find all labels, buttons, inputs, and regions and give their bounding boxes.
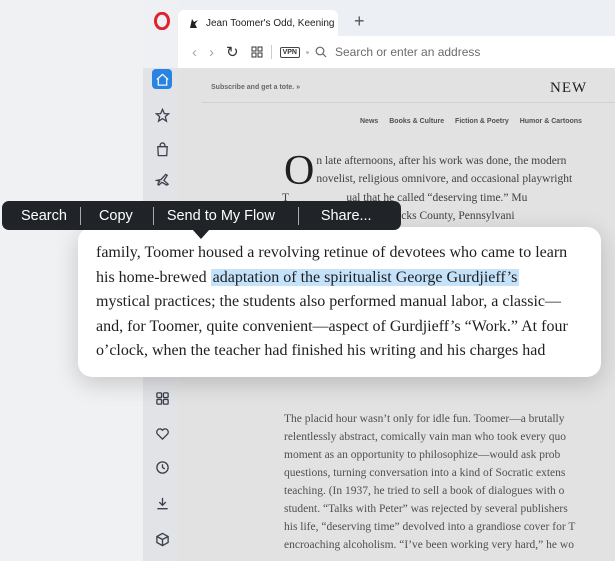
search-icon [315, 46, 327, 58]
reload-icon[interactable]: ↻ [226, 43, 239, 61]
menu-pointer-arrow [192, 229, 210, 239]
magnified-line: o’clock, when the teacher had finished h… [96, 342, 546, 359]
new-tab-button[interactable]: + [354, 11, 365, 32]
selection-magnifier: family, Toomer housed a revolving retinu… [78, 227, 601, 377]
opera-logo-icon[interactable] [154, 12, 170, 30]
tabs-overview-icon[interactable] [251, 46, 263, 58]
menu-send-to-flow-button[interactable]: Send to My Flow [167, 208, 275, 224]
selection-context-menu: Search Copy Send to My Flow Share... [2, 201, 401, 230]
menu-divider [79, 206, 81, 225]
menu-share-button[interactable]: Share... [321, 208, 372, 224]
separator-dot [305, 50, 309, 54]
menu-divider [152, 206, 154, 225]
magnified-line: and, for Toomer, quite convenient—aspect… [96, 317, 568, 335]
magnified-text[interactable]: family, Toomer housed a revolving retinu… [96, 241, 615, 364]
back-icon[interactable]: ‹ [192, 44, 197, 61]
magnified-line: mystical practices; the students also pe… [96, 293, 561, 310]
tab-active[interactable]: Jean Toomer's Odd, Keening [178, 10, 338, 36]
magnified-line: his home-brewed adaptation of the spirit… [96, 266, 615, 291]
menu-copy-button[interactable]: Copy [99, 208, 133, 224]
toolbar-divider [270, 45, 272, 59]
site-favicon-icon [190, 19, 198, 28]
menu-divider [297, 206, 299, 225]
magnified-line-text: his home-brewed [96, 268, 211, 286]
address-input[interactable] [334, 45, 575, 59]
magnified-line: family, Toomer housed a revolving retinu… [96, 244, 568, 261]
tab-bar: Jean Toomer's Odd, Keening + [178, 8, 615, 36]
vpn-badge[interactable]: VPN [279, 46, 300, 58]
menu-search-button[interactable]: Search [21, 208, 67, 224]
address-bar: ‹ › ↻ VPN [178, 36, 615, 68]
selected-text[interactable]: adaptation of the spiritualist George Gu… [210, 268, 520, 286]
tab-title: Jean Toomer's Odd, Keening [206, 17, 335, 29]
forward-icon[interactable]: › [209, 44, 214, 61]
